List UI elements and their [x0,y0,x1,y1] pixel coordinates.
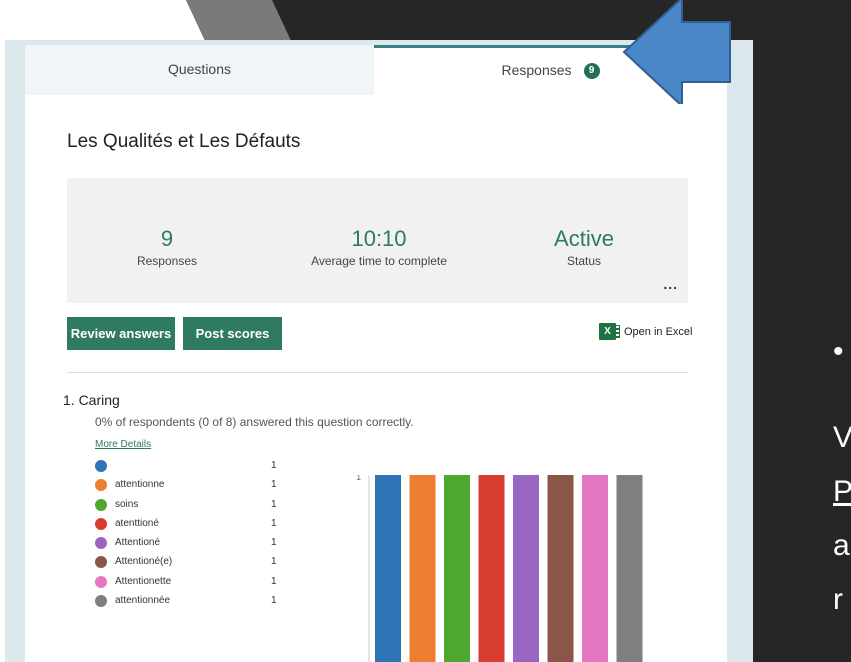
legend-label: attentionnée [115,595,171,607]
tab-responses-label: Responses [501,62,572,78]
answer-legend: 1 attentionne 1 soins 1 atenttioné 1 Attentioné… [95,459,285,613]
legend-item: soins 1 [95,498,285,517]
responses-bar-chart: 10 [357,475,643,662]
open-in-excel-link[interactable]: X Open in Excel [599,323,692,340]
left-arrow-icon [622,0,731,104]
legend-count: 1 [271,595,277,607]
legend-count: 1 [271,460,277,471]
slide-bullet: • [833,335,844,368]
stat-average-time: 10:10 Average time to complete [279,226,479,268]
tab-questions-label: Questions [167,61,232,77]
stat-average-time-label: Average time to complete [311,254,447,268]
legend-item: Attentionette 1 [95,575,285,594]
stat-average-time-value: 10:10 [351,226,407,251]
section-divider [67,372,688,373]
chart-bar [409,475,436,662]
legend-color-dot [95,556,107,569]
legend-item: attentionnée 1 [95,594,285,613]
legend-item: Attentioné 1 [95,536,285,555]
legend-count: 1 [271,575,277,587]
chart-bar [547,475,574,662]
question-title: 1. Caring [63,392,120,408]
legend-color-dot [95,479,107,492]
legend-count: 1 [271,498,277,510]
legend-label: atenttioné [115,517,159,529]
stat-status-label: Status [566,254,602,268]
slide-text-line-4: r [833,583,843,616]
chart-bar [513,475,539,662]
stat-responses: 9 Responses [67,226,267,268]
legend-label: Attentioné [115,537,161,549]
responses-count-badge: 9 [583,63,600,80]
review-answers-button[interactable]: Review answers [67,317,175,350]
legend-color-dot [95,517,107,530]
slide-text-line-1: V [833,421,851,454]
legend-label: attentionne [115,479,165,491]
chart-bar [444,475,470,662]
question-summary: 0% of respondents (0 of 8) answered this… [95,415,414,429]
legend-color-dot [95,575,107,588]
legend-item: 1 [95,459,285,478]
open-in-excel-label: Open in Excel [624,325,693,338]
stats-summary: 9 Responses 10:10 Average time to comple… [67,178,688,303]
stat-status-value: Active [554,226,614,251]
legend-label: Attentionette [115,575,172,587]
chart-bar [582,475,608,662]
legend-item: atenttioné 1 [95,517,285,536]
legend-count: 1 [271,537,277,549]
legend-item: Attentioné(e) 1 [95,555,285,574]
more-options-icon[interactable]: ... [663,276,678,292]
form-title: Les Qualités et Les Défauts [67,131,301,152]
stat-responses-label: Responses [136,254,198,268]
legend-color-dot [95,460,107,472]
legend-item: attentionne 1 [95,478,285,497]
legend-color-dot [95,595,107,608]
chart-bar [375,475,401,662]
slide-text-line-3: a [833,529,850,562]
legend-count: 1 [271,479,277,491]
stat-responses-value: 9 [160,226,174,251]
legend-count: 1 [271,556,277,568]
chart-bar [616,475,643,662]
legend-count: 1 [271,517,277,529]
chart-bar [478,475,505,662]
forms-screenshot: Questions Responses 9 Les Qualités et Les… [5,40,753,662]
more-details-link[interactable]: More Details [95,439,151,450]
stat-status: Active Status [484,226,684,268]
responses-panel: Les Qualités et Les Défauts 9 Responses … [25,95,727,662]
legend-color-dot [95,498,107,511]
legend-color-dot [95,537,107,550]
slide-text-line-2: P [833,475,851,508]
post-scores-button[interactable]: Post scores [183,317,282,350]
y-tick-label: 1 [357,475,362,482]
legend-label: soins [115,498,139,510]
legend-label: Attentioné(e) [115,556,173,568]
excel-icon: X [599,323,620,340]
tab-questions[interactable]: Questions [25,45,374,95]
